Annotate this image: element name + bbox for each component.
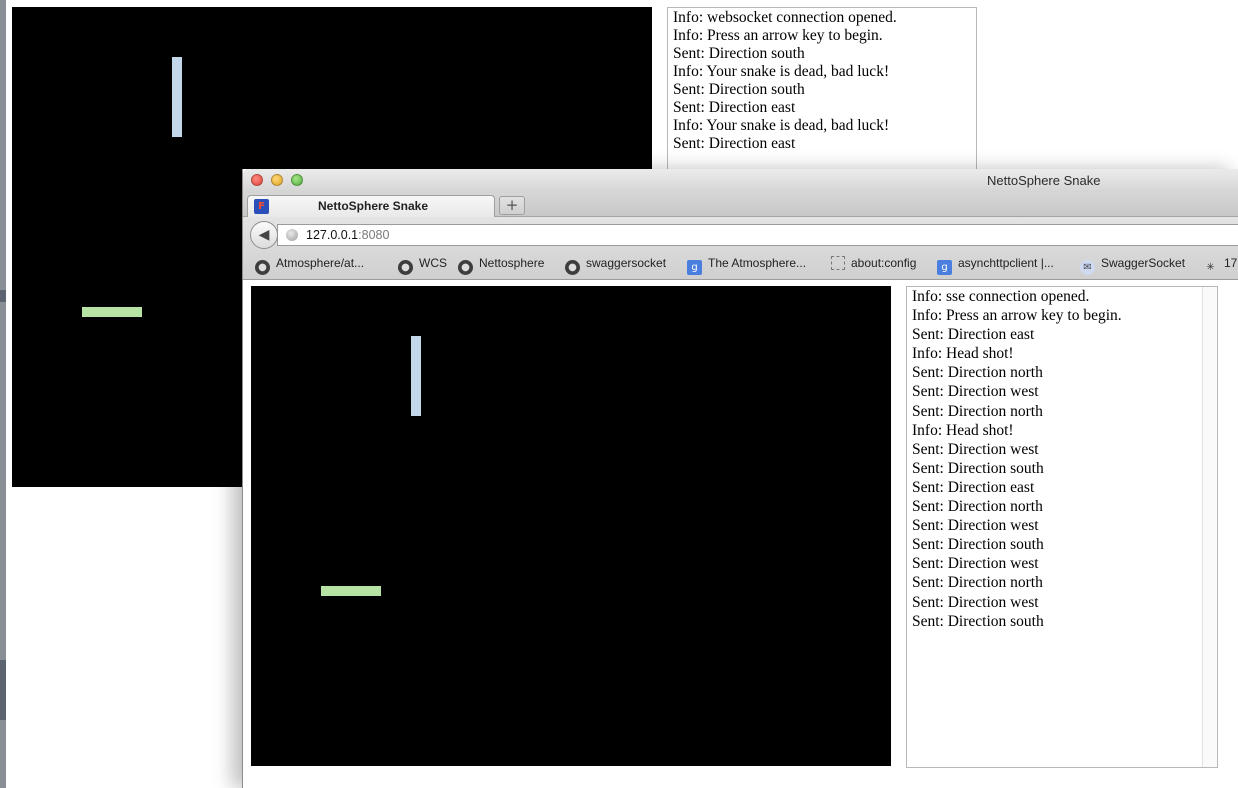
bookmark-asynchttpclient[interactable]: g asynchttpclient |... [937,256,1054,275]
edge-mark [0,290,6,302]
chat-bubble-icon: ✉ [1080,260,1095,275]
browser-window: NettoSphere Snake F NettoSphere Snake + … [242,169,1238,788]
bookmarks-toolbar: ● Atmosphere/at... ● WCS ● Nettosphere ● swa… [243,249,1238,280]
back-arrow-icon: ◀ [258,227,270,243]
console-line: Sent: Direction west [912,517,1039,535]
console-line: Sent: Direction east [912,326,1035,344]
bookmark-swaggersocket-github[interactable]: ● swaggersocket [565,256,666,275]
bookmark-swaggersocket[interactable]: ✉ SwaggerSocket [1080,256,1185,275]
console-line: Sent: Direction east [912,478,1035,496]
new-tab-button[interactable]: + [499,196,525,215]
console-scrollbar[interactable] [1202,287,1217,767]
console-line: Sent: Direction south [912,536,1044,554]
console-line: Sent: Direction south [673,45,805,62]
bookmark-label: Nettosphere [479,256,545,270]
tab-nettosphere-snake[interactable]: F NettoSphere Snake [247,195,495,217]
blue-snake [411,336,421,416]
bookmark-label: asynchttpclient |... [958,256,1054,270]
bookmark-label: The Atmosphere... [708,256,807,270]
game-canvas[interactable] [251,286,891,766]
console-line: Sent: Direction west [912,593,1039,611]
console-line: Sent: Direction west [912,555,1039,573]
tab-strip: F NettoSphere Snake + [243,193,1238,217]
zoom-window-button[interactable] [291,174,303,186]
console-line: Info: websocket connection opened. [673,9,897,26]
console-line: Sent: Direction north [912,574,1043,592]
console-line: Info: Your snake is dead, bad luck! [673,117,890,134]
github-icon: ● [398,260,413,275]
bookmark-wcs[interactable]: ● WCS [398,256,447,275]
blank-page-icon [831,256,845,270]
bookmark-label: about:config [851,256,917,270]
title-bar[interactable]: NettoSphere Snake [243,169,1238,193]
github-icon: ● [458,260,473,275]
console-line: Info: Head shot! [912,345,1014,363]
console-line: Sent: Direction south [673,81,805,98]
green-snake [82,307,142,317]
console-line: Info: Head shot! [912,421,1014,439]
url-host: 127.0.0.1 [306,228,359,242]
bookmark-about-config[interactable]: about:config [831,256,916,270]
google-icon: g [687,260,702,275]
green-snake [321,586,381,596]
console-line: Sent: Direction south [912,459,1044,477]
bookmark-label: WCS [419,256,447,270]
console-line: Info: sse connection opened. [912,288,1090,305]
url-port: :8080 [358,228,390,242]
console-line: Sent: Direction west [912,440,1039,458]
url-bar[interactable]: 127.0.0.1:8080 [277,224,1238,246]
bookmark-label: SwaggerSocket [1101,256,1186,270]
bookmark-17[interactable]: ✳ 17 [1203,256,1237,275]
console-log[interactable]: Info: sse connection opened. Info: Press… [906,286,1218,768]
console-line: Sent: Direction west [912,383,1039,401]
url-text: 127.0.0.1:8080 [306,228,389,242]
github-icon: ● [255,260,270,275]
bookmark-the-atmosphere[interactable]: g The Atmosphere... [687,256,806,275]
console-line: Sent: Direction east [673,99,796,116]
blue-snake [172,57,182,137]
console-line: Sent: Direction east [673,135,796,152]
bookmark-label: swaggersocket [586,256,667,270]
background-window-edge [0,0,6,788]
navigation-bar: 127.0.0.1:8080 ◀ [243,217,1238,249]
bookmark-atmosphere[interactable]: ● Atmosphere/at... [255,256,364,275]
firefox-favicon-icon: F [254,199,269,214]
console-line: Info: Press an arrow key to begin. [673,27,883,44]
google-icon: g [937,260,952,275]
console-line: Sent: Direction north [912,364,1043,382]
console-line: Sent: Direction north [912,402,1043,420]
bookmark-nettosphere[interactable]: ● Nettosphere [458,256,544,275]
window-title: NettoSphere Snake [987,173,1101,188]
tab-title: NettoSphere Snake [318,199,429,213]
github-icon: ● [565,260,580,275]
close-window-button[interactable] [251,174,263,186]
page-content: Info: sse connection opened. Info: Press… [243,280,1238,788]
console-line: Info: Your snake is dead, bad luck! [673,63,890,80]
globe-icon [286,229,298,241]
minimize-window-button[interactable] [271,174,283,186]
bookmark-label: Atmosphere/at... [276,256,365,270]
console-line: Sent: Direction north [912,498,1043,516]
loading-spinner-icon: ✳ [1206,262,1215,273]
back-button[interactable]: ◀ [250,221,278,249]
edge-mark [0,660,6,720]
console-line: Sent: Direction south [912,612,1044,630]
console-line: Info: Press an arrow key to begin. [912,307,1122,325]
background-console-log[interactable]: Info: websocket connection opened. Info:… [667,7,977,177]
bookmark-label: 17 [1224,256,1238,270]
